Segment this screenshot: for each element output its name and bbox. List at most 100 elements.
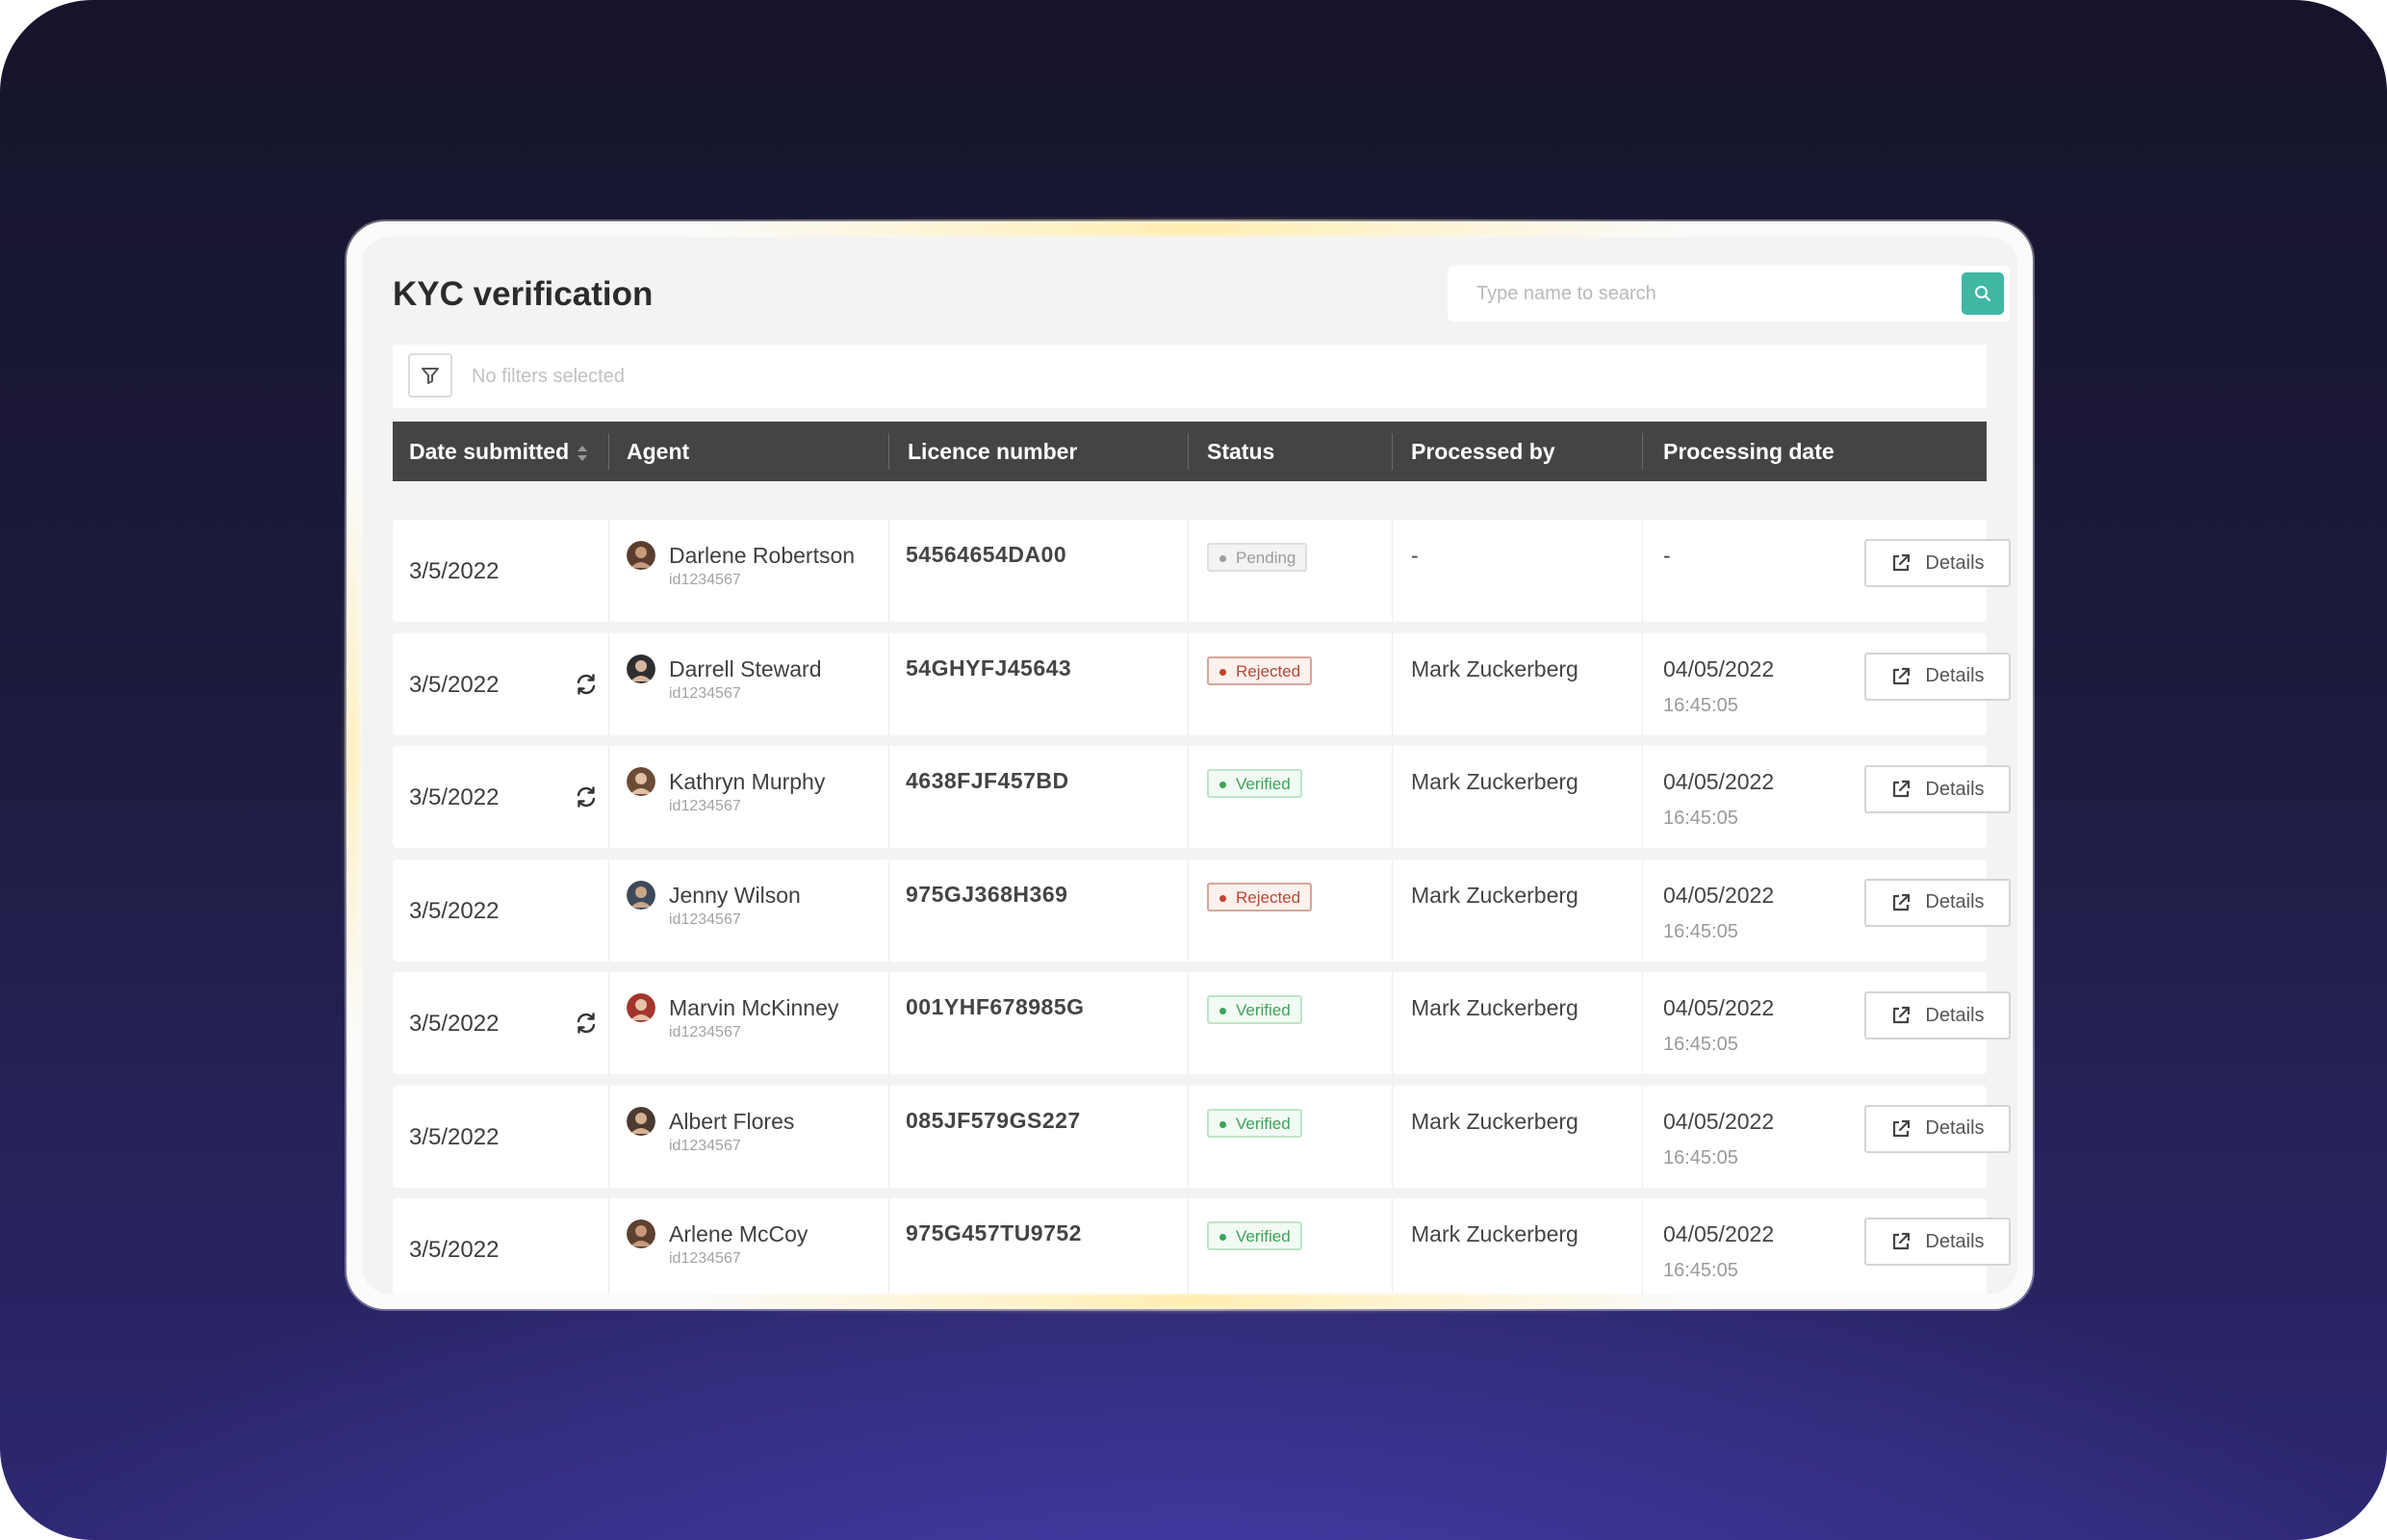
- details-button[interactable]: Details: [1864, 1218, 2011, 1266]
- date-submitted: 3/5/2022: [409, 671, 500, 698]
- date-submitted: 3/5/2022: [409, 1123, 500, 1150]
- details-button[interactable]: Details: [1864, 652, 2011, 701]
- table-row: 3/5/2022 Marvin McKinney id1234567 001YHF67…: [393, 972, 2011, 1074]
- cell-divider: [608, 1198, 609, 1294]
- cell-divider: [1188, 520, 1189, 622]
- avatar: [627, 541, 655, 570]
- status-badge: Verified: [1207, 1221, 1302, 1250]
- licence-number: 54GHYFJ45643: [906, 654, 1072, 680]
- processed-by: Mark Zuckerberg: [1411, 882, 1578, 908]
- table-header: Date submitted Agent Licence number Stat…: [393, 422, 1987, 481]
- external-link-icon: [1890, 779, 1912, 800]
- external-link-icon: [1890, 892, 1912, 913]
- processed-by: Mark Zuckerberg: [1411, 769, 1578, 794]
- cell-divider: [1642, 520, 1643, 622]
- cell-divider: [1642, 1198, 1643, 1294]
- column-divider: [888, 433, 889, 470]
- licence-number: 085JF579GS227: [906, 1107, 1081, 1133]
- column-agent: Agent: [627, 439, 690, 464]
- date-submitted: 3/5/2022: [409, 558, 500, 584]
- processing-time: 16:45:05: [1663, 1034, 1738, 1055]
- cell-divider: [1392, 859, 1393, 962]
- filter-status-text: No filters selected: [472, 366, 625, 387]
- external-link-icon: [1890, 1231, 1912, 1252]
- processing-date: 04/05/2022: [1663, 1221, 1775, 1246]
- filter-button[interactable]: [408, 353, 452, 398]
- cell-divider: [1188, 972, 1189, 1074]
- cell-divider: [608, 859, 609, 962]
- cell-divider: [1188, 746, 1189, 848]
- processing-date: 04/05/2022: [1663, 1108, 1775, 1134]
- licence-number: 001YHF678985G: [906, 994, 1085, 1019]
- details-label: Details: [1925, 665, 1985, 686]
- agent-name: Albert Flores: [669, 1108, 795, 1134]
- date-submitted: 3/5/2022: [409, 897, 500, 924]
- table-row: 3/5/2022 Darlene Robertson id1234567 545646…: [393, 520, 2011, 622]
- processing-time: 16:45:05: [1663, 808, 1738, 829]
- cell-divider: [888, 972, 889, 1074]
- processed-by: -: [1411, 543, 1419, 568]
- agent-id: id1234567: [669, 1137, 741, 1154]
- cell-divider: [608, 972, 609, 1074]
- background: KYC verification No filters selected: [0, 0, 2387, 1540]
- status-badge: Pending: [1207, 543, 1308, 572]
- avatar: [627, 880, 655, 910]
- column-processed-by: Processed by: [1411, 439, 1555, 464]
- processed-by: Mark Zuckerberg: [1411, 995, 1578, 1020]
- column-divider: [1392, 433, 1393, 470]
- table-row: 3/5/2022 Jenny Wilson id1234567 975GJ368H36…: [393, 859, 2011, 962]
- cell-divider: [608, 1085, 609, 1188]
- column-divider: [1642, 433, 1643, 470]
- sync-icon[interactable]: [574, 784, 599, 809]
- cell-divider: [1642, 746, 1643, 848]
- cell-divider: [888, 520, 889, 622]
- agent-id: id1234567: [669, 1024, 741, 1040]
- cell-divider: [1392, 746, 1393, 848]
- details-button[interactable]: Details: [1864, 878, 2011, 927]
- status-badge: Verified: [1207, 1108, 1302, 1138]
- agent-id: id1234567: [669, 1250, 741, 1267]
- date-submitted: 3/5/2022: [409, 1011, 500, 1037]
- date-submitted: 3/5/2022: [409, 784, 500, 810]
- cell-divider: [1188, 1198, 1189, 1294]
- search-button[interactable]: [1962, 272, 2004, 315]
- cell-divider: [1642, 632, 1643, 735]
- cell-divider: [888, 1085, 889, 1188]
- cell-divider: [608, 520, 609, 622]
- details-button[interactable]: Details: [1864, 539, 2011, 587]
- agent-name: Marvin McKinney: [669, 995, 839, 1020]
- external-link-icon: [1890, 1118, 1912, 1140]
- avatar: [627, 993, 655, 1022]
- avatar: [627, 1106, 655, 1136]
- details-button[interactable]: Details: [1864, 765, 2011, 813]
- licence-number: 54564654DA00: [906, 542, 1067, 567]
- licence-number: 975GJ368H369: [906, 881, 1068, 907]
- cell-divider: [1392, 1198, 1393, 1294]
- cell-divider: [1642, 972, 1643, 1074]
- kyc-panel: KYC verification No filters selected: [362, 237, 2017, 1294]
- search-input[interactable]: [1448, 266, 1929, 321]
- details-label: Details: [1925, 1117, 1985, 1139]
- details-button[interactable]: Details: [1864, 991, 2011, 1040]
- sync-icon[interactable]: [574, 1011, 599, 1036]
- table-row: 3/5/2022 Darrell Steward id1234567 54GHYFJ4…: [393, 632, 2011, 735]
- search-icon: [1975, 286, 1990, 301]
- status-badge: Rejected: [1207, 882, 1313, 911]
- column-date-submitted[interactable]: Date submitted: [409, 422, 588, 481]
- cell-divider: [1392, 1085, 1393, 1188]
- sync-icon[interactable]: [574, 672, 599, 697]
- column-status: Status: [1207, 439, 1275, 464]
- processing-date: 04/05/2022: [1663, 995, 1775, 1020]
- cell-divider: [608, 746, 609, 848]
- agent-name: Darlene Robertson: [669, 543, 856, 568]
- external-link-icon: [1890, 666, 1912, 687]
- details-label: Details: [1925, 552, 1985, 574]
- filter-icon: [422, 368, 439, 384]
- processing-time: 16:45:05: [1663, 920, 1738, 942]
- cell-divider: [1392, 972, 1393, 1074]
- agent-name: Arlene McCoy: [669, 1221, 808, 1246]
- cell-divider: [1188, 1085, 1189, 1188]
- licence-number: 975G457TU9752: [906, 1220, 1082, 1245]
- card-glow-left: [346, 462, 360, 1040]
- details-button[interactable]: Details: [1864, 1104, 2011, 1153]
